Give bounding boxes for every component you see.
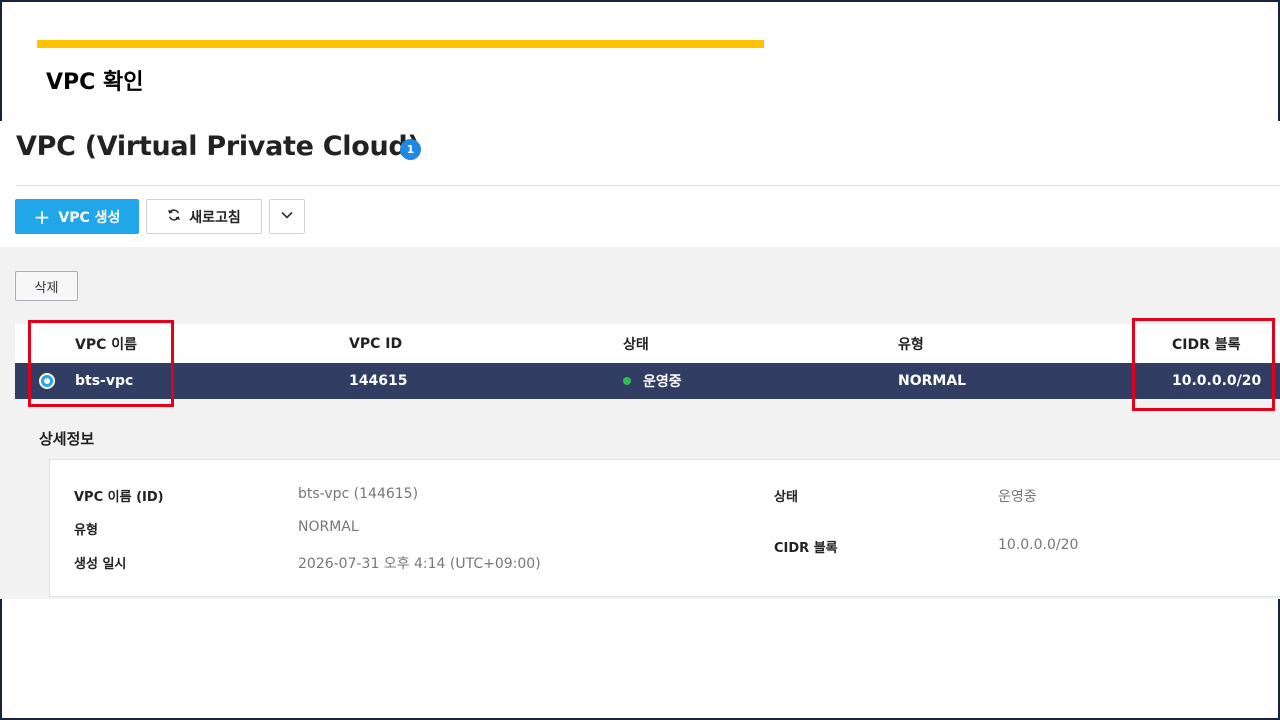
slide-accent-bar [37,40,764,48]
details-section-title: 상세정보 [39,430,95,448]
cidr-cell: 10.0.0.0/20 [1172,373,1262,389]
slide-title: VPC 확인 [46,70,144,95]
refresh-button[interactable]: 새로고침 [146,199,262,234]
table-header: VPC 이름 VPC ID 상태 유형 CIDR 블록 [15,324,1280,363]
create-vpc-label: VPC 생성 [58,209,121,226]
column-header-type[interactable]: 유형 [898,324,924,363]
detail-label-name-id: VPC 이름 (ID) [74,490,164,505]
vpc-table: VPC 이름 VPC ID 상태 유형 CIDR 블록 bts-vpc 1446… [15,324,1280,399]
column-header-vpc-name[interactable]: VPC 이름 [75,324,137,363]
create-vpc-button[interactable]: + VPC 생성 [15,199,139,234]
delete-button[interactable]: 삭제 [15,271,78,301]
status-cell: 운영중 [623,363,682,399]
detail-label-cidr: CIDR 블록 [774,541,838,556]
status-text: 운영중 [643,374,682,390]
plus-icon: + [33,204,51,229]
vpc-name-cell: bts-vpc [75,373,134,389]
console-screenshot: VPC (Virtual Private Cloud) 1 + VPC 생성 새… [0,121,1280,599]
refresh-label: 새로고침 [189,209,241,226]
type-cell: NORMAL [898,373,967,389]
count-badge: 1 [400,139,421,160]
row-select-radio[interactable] [39,373,55,389]
detail-value-name-id: bts-vpc (144615) [298,486,419,502]
detail-label-type: 유형 [74,523,98,538]
title-divider [16,185,1280,186]
detail-value-type: NORMAL [298,519,359,535]
column-header-status[interactable]: 상태 [623,324,649,363]
chevron-down-icon [280,208,294,225]
radio-checked-dot [44,378,50,384]
column-header-vpc-id[interactable]: VPC ID [349,324,402,363]
column-header-cidr[interactable]: CIDR 블록 [1172,324,1241,363]
page-title: VPC (Virtual Private Cloud) [16,131,420,162]
detail-label-status: 상태 [774,490,798,505]
status-dot-icon [623,377,631,385]
detail-value-status: 운영중 [998,489,1037,505]
table-row[interactable]: bts-vpc 144615 운영중 NORMAL 10.0.0.0/20 [15,363,1280,399]
detail-value-created: 2026-07-31 오후 4:14 (UTC+09:00) [298,556,541,572]
details-panel: VPC 이름 (ID) bts-vpc (144615) 유형 NORMAL 생… [49,459,1280,597]
detail-label-created: 생성 일시 [74,557,127,572]
more-actions-button[interactable] [269,199,305,234]
detail-value-cidr: 10.0.0.0/20 [998,537,1079,553]
refresh-icon [167,208,181,226]
vpc-id-cell: 144615 [349,373,408,389]
